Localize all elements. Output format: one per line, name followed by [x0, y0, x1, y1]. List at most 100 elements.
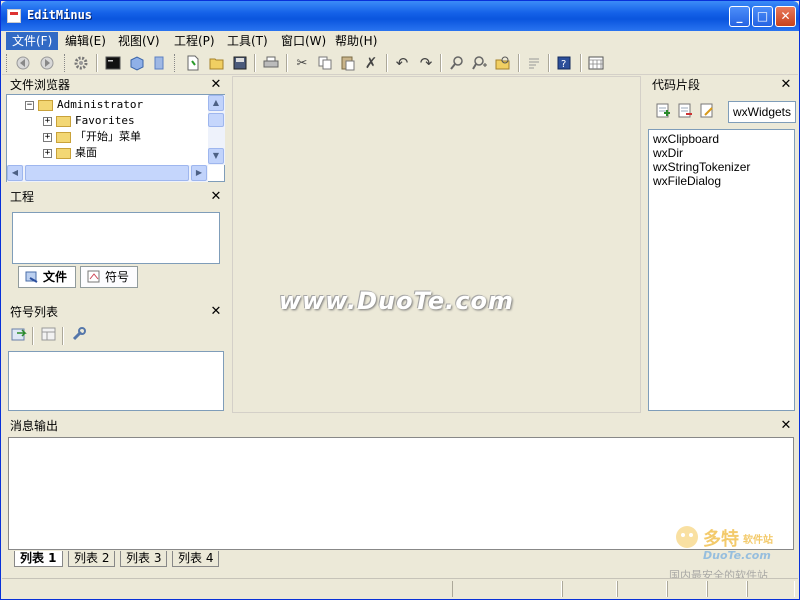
cut-icon[interactable]: ✂ [293, 54, 311, 72]
vertical-scrollbar[interactable]: ▲ ▼ [208, 95, 225, 165]
tree-item-start-menu[interactable]: + 「开始」菜单 [43, 129, 141, 145]
database-icon[interactable] [150, 54, 168, 72]
scroll-right-icon[interactable]: ▶ [191, 165, 207, 181]
file-tree[interactable]: − Administrator + Favorites + 「开始」菜单 + 桌面 ▲ … [6, 94, 225, 182]
find-in-files-icon[interactable] [494, 54, 512, 72]
snippet-list[interactable]: wxClipboard wxDir wxStringTokenizer wxFi… [648, 129, 795, 411]
scroll-down-icon[interactable]: ▼ [208, 148, 224, 164]
project-close-icon[interactable]: ✕ [209, 188, 223, 206]
output-tab-2[interactable]: 列表 2 [68, 551, 116, 567]
minimize-button[interactable]: _ [729, 6, 750, 27]
project-view[interactable] [12, 212, 220, 264]
logo-name: 多特 [703, 529, 739, 550]
remove-snippet-icon[interactable] [676, 102, 694, 120]
print-icon[interactable] [262, 54, 280, 72]
calendar-icon[interactable] [587, 54, 605, 72]
menu-window[interactable]: 窗口(W) [275, 32, 332, 50]
symbols-tab-icon [87, 270, 100, 283]
menu-project[interactable]: 工程(P) [168, 32, 221, 50]
refresh-symbols-icon[interactable] [10, 325, 28, 343]
code-snippets-close-icon[interactable]: ✕ [779, 76, 793, 94]
scroll-up-icon[interactable]: ▲ [208, 95, 224, 111]
tree-item-label: Favorites [75, 114, 135, 127]
watermark-text: www.DuoTe.com [279, 287, 514, 315]
help-icon[interactable]: ? [556, 54, 574, 72]
maximize-button[interactable]: □ [752, 6, 773, 27]
output-close-icon[interactable]: ✕ [779, 417, 793, 435]
symbol-list-close-icon[interactable]: ✕ [209, 303, 223, 321]
save-icon[interactable] [231, 54, 249, 72]
sort-symbols-icon[interactable] [40, 325, 58, 343]
toolbar-separator [254, 54, 256, 72]
status-cell [707, 581, 747, 597]
menu-bar: 文件(F) 编辑(E) 视图(V) 工程(P) 工具(T) 窗口(W) 帮助(H… [2, 31, 798, 51]
close-button[interactable]: ✕ [775, 6, 796, 27]
symbol-list-title: 符号列表 [10, 305, 59, 319]
delete-icon[interactable]: ✗ [362, 54, 380, 72]
undo-icon[interactable]: ↶ [393, 54, 411, 72]
output-tab-3[interactable]: 列表 3 [120, 551, 168, 567]
symbol-list-panel: 符号列表 ✕ [4, 303, 227, 413]
redo-icon[interactable]: ↷ [417, 54, 435, 72]
tree-item-administrator[interactable]: − Administrator [25, 97, 143, 113]
find-icon[interactable] [448, 54, 466, 72]
new-file-icon[interactable] [184, 54, 202, 72]
status-cell [747, 581, 795, 597]
editor-area[interactable] [232, 76, 641, 413]
expand-icon[interactable]: + [43, 132, 52, 142]
tree-item-favorites[interactable]: + Favorites [43, 113, 135, 129]
menu-file[interactable]: 文件(F) [6, 32, 59, 50]
status-cell [617, 581, 667, 597]
package-icon[interactable] [128, 54, 146, 72]
snippet-item[interactable]: wxClipboard [653, 132, 719, 146]
output-tab-1[interactable]: 列表 1 [14, 551, 63, 567]
forward-icon[interactable] [38, 54, 56, 72]
tree-item-desktop[interactable]: + 桌面 [43, 145, 97, 161]
toolbar-grip[interactable] [174, 54, 177, 72]
folder-open-icon [38, 99, 53, 111]
output-tab-4[interactable]: 列表 4 [172, 551, 220, 567]
toolbar-separator [386, 54, 388, 72]
expand-icon[interactable]: + [43, 148, 52, 158]
app-icon[interactable] [7, 9, 21, 23]
scroll-left-icon[interactable]: ◀ [7, 165, 23, 181]
duote-logo: 多特 软件站 DuoTe.com 国内最安全的软件站 [667, 523, 799, 582]
file-browser-title: 文件浏览器 [10, 78, 71, 92]
menu-edit[interactable]: 编辑(E) [59, 32, 112, 50]
menu-view[interactable]: 视图(V) [112, 32, 166, 50]
add-snippet-icon[interactable] [654, 102, 672, 120]
menu-tools[interactable]: 工具(T) [221, 32, 274, 50]
back-icon[interactable] [14, 54, 32, 72]
paste-icon[interactable] [339, 54, 357, 72]
horizontal-scrollbar[interactable]: ◀ ▶ [7, 165, 208, 182]
open-folder-icon[interactable] [208, 54, 226, 72]
edit-snippet-icon[interactable] [698, 102, 716, 120]
scrollbar-thumb[interactable] [208, 113, 224, 127]
tab-files-label: 文件 [43, 270, 68, 284]
output-title: 消息输出 [10, 419, 59, 433]
expand-icon[interactable]: + [43, 116, 52, 126]
copy-icon[interactable] [316, 54, 334, 72]
settings-gear-icon[interactable] [72, 54, 90, 72]
replace-icon[interactable] [471, 54, 489, 72]
console-icon[interactable] [104, 54, 122, 72]
tab-symbols[interactable]: 符号 [80, 266, 139, 288]
menu-help[interactable]: 帮助(H) [329, 32, 383, 50]
toolbar-grip[interactable] [64, 54, 67, 72]
toolbar-separator [580, 54, 582, 72]
files-tab-icon [25, 271, 38, 283]
snippet-item[interactable]: wxStringTokenizer [653, 160, 750, 174]
symbol-settings-icon[interactable] [70, 325, 88, 343]
word-wrap-icon[interactable] [525, 54, 543, 72]
snippet-item[interactable]: wxDir [653, 146, 683, 160]
snippet-category-combo[interactable]: wxWidgets [728, 101, 796, 123]
symbol-list[interactable] [8, 351, 224, 411]
snippet-item[interactable]: wxFileDialog [653, 174, 721, 188]
toolbar-grip[interactable] [6, 54, 9, 72]
tab-files[interactable]: 文件 [18, 266, 77, 288]
title-bar[interactable]: EditMinus _ □ ✕ [1, 1, 799, 31]
collapse-icon[interactable]: − [25, 100, 34, 110]
scrollbar-thumb[interactable] [25, 165, 189, 181]
file-browser-close-icon[interactable]: ✕ [209, 76, 223, 94]
toolbar: ✂ ✗ ↶ ↷ ? [2, 51, 798, 75]
